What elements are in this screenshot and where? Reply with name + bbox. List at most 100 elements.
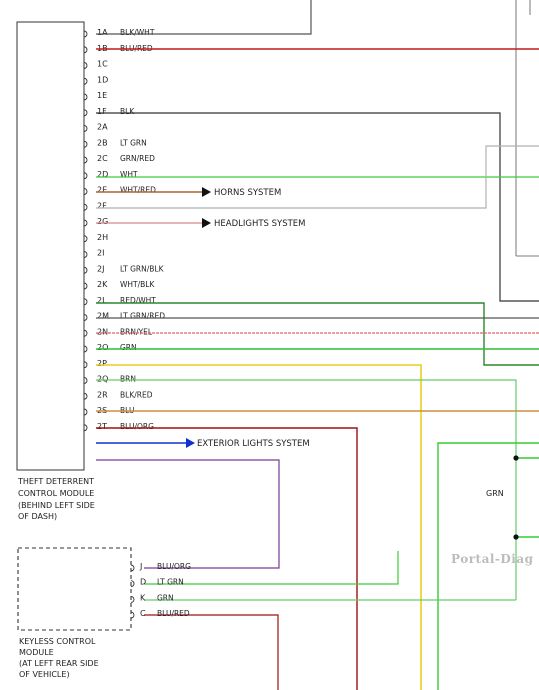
theft-pin-2c: 2C — [97, 154, 108, 163]
theft-pin-row-2c: 2C GRN/RED — [83, 154, 155, 164]
exterior-lights-arrow-icon — [186, 438, 195, 448]
theft-pin-2j: 2J — [97, 264, 104, 273]
wire-color-label-2b: LT GRN — [120, 138, 147, 147]
theft-pin-2b: 2B — [97, 138, 108, 147]
wire-color-label-2j: LT GRN/BLK — [120, 264, 165, 273]
wire-color-label-2o: GRN — [120, 343, 137, 352]
theft-pin-row-2n: 2N BRN/YEL — [83, 327, 153, 337]
keyless-module-label-line-4: OF VEHICLE) — [19, 670, 70, 679]
wire-color-label-2e: WHT/RED — [120, 186, 156, 195]
theft-deterrent-module: 1A BLK/WHT1B BLU/RED1C1D1E1F BLK2A2B LT GRN2… — [16, 21, 165, 521]
keyless-pin-d: D — [140, 578, 146, 587]
wire-color-label-2m: LT GRN/RED — [120, 312, 165, 321]
keyless-wire-label-d: LT GRN — [157, 578, 184, 587]
theft-pin-1d: 1D — [97, 75, 108, 84]
wire-2r — [96, 427, 358, 690]
theft-pin-row-2k: 2K WHT/BLK — [83, 280, 155, 290]
keyless-pin-c: C — [140, 609, 146, 618]
theft-module-label: THEFT DETERRENT CONTROL MODULE (BEHIND L… — [17, 477, 97, 521]
keyless-pin-row-c: C BLU/RED — [130, 609, 190, 619]
exterior-lights-system-label: EXTERIOR LIGHTS SYSTEM — [197, 439, 310, 449]
keyless-pin-k: K — [140, 593, 146, 602]
theft-pin-row-2b: 2B LT GRN — [83, 138, 147, 148]
theft-module-pins: 1A BLK/WHT1B BLU/RED1C1D1E1F BLK2A2B LT GRN2… — [83, 28, 165, 432]
wire-color-label-2r: BLK/RED — [120, 390, 153, 399]
theft-module-label-line-2: CONTROL MODULE — [18, 489, 94, 498]
theft-pin-2f: 2F — [97, 201, 107, 210]
theft-pin-2q: 2Q — [97, 375, 108, 384]
keyless-wire-label-c: BLU/RED — [157, 609, 190, 618]
wire-keyless-c — [144, 614, 279, 690]
theft-pin-2p: 2P — [97, 359, 107, 368]
theft-pin-row-2r: 2R BLK/RED — [83, 390, 153, 400]
theft-pin-row-2a: 2A — [83, 123, 108, 132]
wire-2n — [96, 364, 422, 690]
theft-pin-2m: 2M — [97, 312, 109, 321]
keyless-wire-label-k: GRN — [157, 593, 174, 602]
keyless-pin-row-d: D LT GRN — [130, 578, 184, 588]
theft-pin-row-1e: 1E — [83, 91, 107, 101]
theft-pin-2e: 2E — [97, 186, 107, 195]
theft-module-box — [16, 21, 85, 471]
keyless-module-box — [17, 547, 132, 631]
theft-pin-row-2t: 2T BLU/ORG — [83, 422, 154, 432]
theft-pin-row-2g: 2G — [83, 217, 108, 227]
watermark: Portal-Diag — [451, 552, 534, 566]
theft-pin-2n: 2N — [97, 327, 108, 336]
keyless-pin-row-k: K GRN — [130, 593, 174, 603]
theft-pin-2o: 2O — [97, 343, 108, 352]
theft-pin-row-2e: 2E WHT/RED — [83, 186, 156, 195]
horns-system-label: HORNS SYSTEM — [214, 188, 281, 198]
theft-module-label-line-4: OF DASH) — [18, 512, 57, 521]
keyless-module-pins: J BLU/ORG D LT GRN K GRN C BLU/RED — [130, 562, 191, 619]
theft-pin-1f: 1F — [97, 107, 107, 116]
theft-pin-row-2m: 2M LT GRN/RED — [83, 312, 165, 321]
theft-pin-1a: 1A — [97, 28, 108, 37]
horns-arrow-icon — [202, 187, 211, 197]
keyless-control-module: J BLU/ORG D LT GRN K GRN C BLU/RED KEYLESS CONT… — [17, 547, 191, 679]
keyless-wire-label-j: BLU/ORG — [157, 562, 191, 571]
wire-color-label-1f: BLK — [120, 107, 135, 116]
theft-pin-row-2j: 2J LT GRN/BLK — [83, 264, 165, 274]
theft-pin-row-2h: 2H — [83, 233, 108, 243]
theft-pin-2h: 2H — [97, 233, 108, 242]
wire-color-label-2n: BRN/YEL — [120, 327, 153, 336]
splice-dot-2 — [513, 534, 519, 540]
keyless-module-label-line-3: (AT LEFT REAR SIDE — [19, 659, 99, 668]
wire-2t — [96, 459, 280, 569]
theft-pin-row-1c: 1C — [83, 60, 108, 69]
wire-color-label-2c: GRN/RED — [120, 154, 155, 163]
theft-pin-2r: 2R — [97, 390, 108, 399]
splice-dot-1 — [513, 455, 519, 461]
theft-pin-2g: 2G — [97, 217, 108, 226]
theft-pin-row-2o: 2O GRN — [83, 343, 137, 353]
theft-pin-row-2f: 2F — [83, 201, 107, 211]
theft-pin-1c: 1C — [97, 60, 108, 69]
theft-pin-row-1a: 1A BLK/WHT — [83, 28, 155, 38]
theft-pin-row-2i: 2I — [83, 249, 104, 258]
wire-color-label-2k: WHT/BLK — [120, 280, 155, 289]
keyless-pin-j: J — [139, 562, 142, 571]
theft-pin-1e: 1E — [97, 91, 107, 100]
keyless-pin-row-j: J BLU/ORG — [130, 562, 191, 572]
keyless-module-label-line-2: MODULE — [19, 648, 54, 657]
wire-grn-net-left — [437, 442, 539, 690]
wire-color-label-2t: BLU/ORG — [120, 422, 154, 431]
theft-module-label-line-3: (BEHIND LEFT SIDE — [18, 501, 95, 510]
keyless-module-label-line-1: KEYLESS CONTROL — [19, 637, 96, 646]
theft-pin-row-2p: 2P — [83, 359, 107, 369]
theft-pin-2k: 2K — [97, 280, 108, 289]
theft-pin-row-1f: 1F BLK — [83, 107, 135, 117]
wiring-diagram: 1A BLK/WHT1B BLU/RED1C1D1E1F BLK2A2B LT GRN2… — [16, 0, 539, 690]
theft-pin-2t: 2T — [97, 422, 107, 431]
grn-net-label: GRN — [486, 489, 504, 498]
theft-pin-row-2q: 2Q BRN — [83, 375, 136, 384]
theft-pin-row-1d: 1D — [83, 75, 108, 85]
theft-module-label-line-1: THEFT DETERRENT — [17, 477, 94, 486]
theft-pin-2i: 2I — [97, 249, 104, 258]
headlights-system-label: HEADLIGHTS SYSTEM — [214, 219, 306, 229]
keyless-module-label: KEYLESS CONTROL MODULE (AT LEFT REAR SID… — [19, 637, 101, 679]
wire-color-label-2q: BRN — [120, 375, 136, 384]
headlights-arrow-icon — [202, 218, 211, 228]
theft-pin-2a: 2A — [97, 123, 108, 132]
